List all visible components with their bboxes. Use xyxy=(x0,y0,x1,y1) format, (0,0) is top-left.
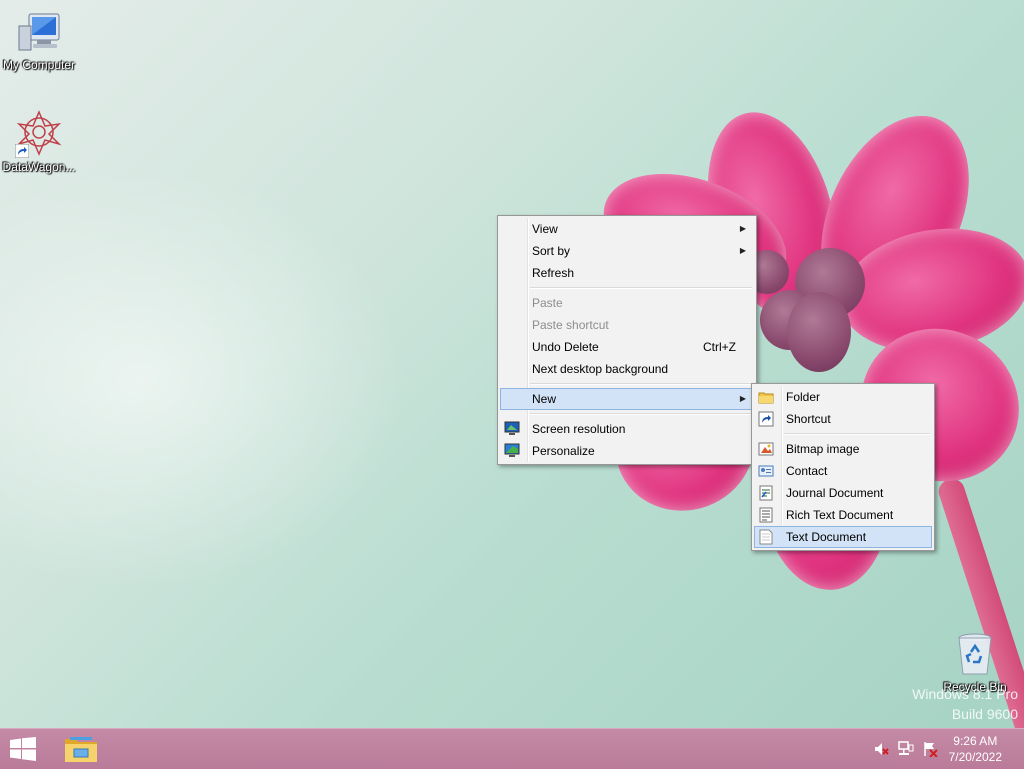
menu-item-paste-shortcut: Paste shortcut xyxy=(500,314,754,336)
clock-time: 9:26 AM xyxy=(953,734,998,748)
rich-text-icon xyxy=(758,507,774,523)
desktop-icon-label: My Computer xyxy=(2,58,76,72)
menu-item-view[interactable]: View ▶ xyxy=(500,218,754,240)
desktop-icon-label: DataWagon... xyxy=(2,160,76,174)
submenu-item-rich-text-document[interactable]: Rich Text Document xyxy=(754,504,932,526)
menu-item-label: Paste shortcut xyxy=(532,318,609,332)
file-explorer-icon xyxy=(62,737,100,768)
menu-item-label: Bitmap image xyxy=(786,442,860,456)
menu-item-label: Contact xyxy=(786,464,828,478)
submenu-item-shortcut[interactable]: Shortcut xyxy=(754,408,932,430)
watermark-edition: Windows 8.1 Pro xyxy=(912,686,1018,702)
menu-item-label: Paste xyxy=(532,296,563,310)
taskbar-file-explorer-button[interactable] xyxy=(62,733,100,765)
desktop-icon-my-computer[interactable]: My Computer xyxy=(0,8,78,72)
menu-item-label: New xyxy=(532,392,557,406)
action-center-icon[interactable] xyxy=(922,741,938,758)
recycle-bin-icon xyxy=(951,630,999,678)
submenu-item-folder[interactable]: Folder xyxy=(754,386,932,408)
menu-item-new[interactable]: New ▶ xyxy=(500,388,754,410)
contact-icon xyxy=(758,463,774,479)
computer-icon xyxy=(15,8,63,56)
menu-item-undo-delete[interactable]: Undo Delete Ctrl+Z xyxy=(500,336,754,358)
start-button[interactable] xyxy=(8,737,38,761)
volume-muted-icon[interactable] xyxy=(873,741,889,757)
menu-item-next-desktop-background[interactable]: Next desktop background xyxy=(500,358,754,380)
menu-item-shortcut: Ctrl+Z xyxy=(703,340,736,354)
menu-item-label: View xyxy=(532,222,558,236)
watermark-build: Build 9600 xyxy=(951,706,1018,722)
journal-icon xyxy=(758,485,774,501)
menu-item-label: Undo Delete xyxy=(532,340,599,354)
submenu-item-journal-document[interactable]: Journal Document xyxy=(754,482,932,504)
taskbar: 9:26 AM 7/20/2022 xyxy=(0,728,1024,769)
desktop-icon-recycle-bin[interactable]: Recycle Bin xyxy=(936,630,1014,694)
menu-item-label: Next desktop background xyxy=(532,362,669,376)
system-clock[interactable]: 9:26 AM 7/20/2022 xyxy=(949,733,1002,765)
menu-item-paste: Paste xyxy=(500,292,754,314)
menu-item-label: Screen resolution xyxy=(532,422,626,436)
folder-icon xyxy=(758,389,774,405)
submenu-item-contact[interactable]: Contact xyxy=(754,460,932,482)
menu-item-label: Shortcut xyxy=(786,412,831,426)
menu-separator xyxy=(530,413,752,415)
submenu-item-text-document[interactable]: Text Document xyxy=(754,526,932,548)
menu-separator xyxy=(784,433,930,435)
datawagon-icon xyxy=(15,110,63,158)
desktop-context-menu: View ▶ Sort by ▶ Refresh Paste Paste short… xyxy=(497,215,757,465)
menu-separator xyxy=(530,287,752,289)
submenu-arrow-icon: ▶ xyxy=(739,246,746,255)
menu-separator xyxy=(530,383,752,385)
menu-item-personalize[interactable]: Personalize xyxy=(500,440,754,462)
windows-logo-icon xyxy=(8,737,38,764)
new-submenu: Folder Shortcut Bitmap image Contact Jou… xyxy=(751,383,935,551)
bitmap-icon xyxy=(758,441,774,457)
menu-item-label: Journal Document xyxy=(786,486,884,500)
clock-date: 7/20/2022 xyxy=(948,750,1002,764)
menu-item-label: Rich Text Document xyxy=(786,508,894,522)
menu-item-label: Refresh xyxy=(532,266,575,280)
menu-item-label: Text Document xyxy=(786,530,867,544)
desktop-icon-datawagon[interactable]: DataWagon... xyxy=(0,110,78,174)
shortcut-icon xyxy=(758,411,774,427)
menu-item-screen-resolution[interactable]: Screen resolution xyxy=(500,418,754,440)
personalize-icon xyxy=(504,443,520,459)
menu-item-label: Personalize xyxy=(532,444,595,458)
menu-item-refresh[interactable]: Refresh xyxy=(500,262,754,284)
menu-item-label: Folder xyxy=(786,390,821,404)
menu-item-label: Sort by xyxy=(532,244,571,258)
submenu-arrow-icon: ▶ xyxy=(739,224,746,233)
submenu-arrow-icon: ▶ xyxy=(739,394,746,403)
desktop[interactable]: My Computer DataWagon... Recycle Bin Win… xyxy=(0,0,1024,728)
os-watermark: Windows 8.1 Pro Build 9600 xyxy=(912,686,1018,722)
network-icon[interactable] xyxy=(898,741,914,757)
shortcut-arrow-icon xyxy=(15,144,29,158)
screen-resolution-icon xyxy=(504,421,520,437)
text-document-icon xyxy=(758,529,774,545)
menu-item-sort-by[interactable]: Sort by ▶ xyxy=(500,240,754,262)
submenu-item-bitmap-image[interactable]: Bitmap image xyxy=(754,438,932,460)
wallpaper-berry xyxy=(787,292,851,372)
